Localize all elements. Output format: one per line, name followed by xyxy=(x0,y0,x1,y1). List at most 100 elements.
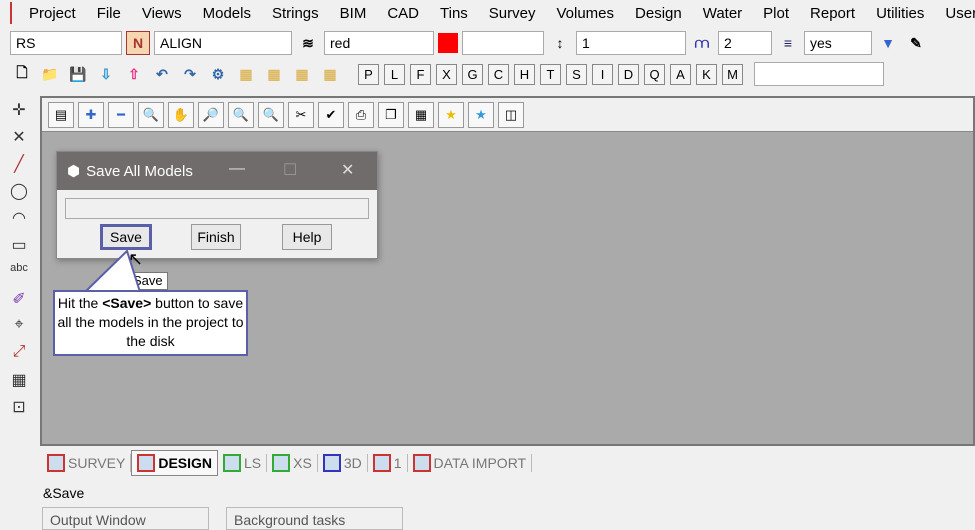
zoom-in-icon[interactable]: 🔍 xyxy=(138,102,164,128)
circle-icon[interactable]: ◯ xyxy=(0,181,38,208)
pan-icon[interactable]: ✋ xyxy=(168,102,194,128)
star-icon[interactable]: ★ xyxy=(438,102,464,128)
tab-design[interactable]: DESIGN xyxy=(131,450,219,476)
arc-icon[interactable]: ◠ xyxy=(0,208,38,235)
tab-data-import[interactable]: DATA IMPORT xyxy=(408,454,533,472)
folder-model-icon[interactable]: ▦ xyxy=(234,62,258,86)
save-button[interactable]: Save xyxy=(100,224,152,250)
print-icon[interactable]: ⎙ xyxy=(348,102,374,128)
background-tasks-tab[interactable]: Background tasks xyxy=(226,507,403,530)
remove-icon[interactable]: ━ xyxy=(108,102,134,128)
output-window-tab[interactable]: Output Window xyxy=(42,507,209,530)
layers-icon[interactable]: ≋ xyxy=(296,31,320,55)
grid-icon[interactable]: ▦ xyxy=(408,102,434,128)
letter-button-h[interactable]: H xyxy=(514,63,535,85)
tab-3d[interactable]: 3D xyxy=(318,454,368,472)
name-icon[interactable]: N xyxy=(126,31,150,55)
pick-tool-icon[interactable]: ✔ xyxy=(318,102,344,128)
edit-box-icon[interactable]: ⊡ xyxy=(0,397,38,424)
letter-button-t[interactable]: T xyxy=(540,63,561,85)
letter-button-c[interactable]: C xyxy=(488,63,509,85)
menu-cad[interactable]: CAD xyxy=(376,5,429,22)
menu-project[interactable]: Project xyxy=(18,5,86,22)
dropdown-arrow-icon[interactable]: ▼ xyxy=(876,31,900,55)
line-weight-icon[interactable]: ≡ xyxy=(776,31,800,55)
tab-ls[interactable]: LS xyxy=(218,454,268,472)
point-box-icon[interactable]: ⌖ xyxy=(0,316,38,343)
tools-icon[interactable]: ✂ xyxy=(288,102,314,128)
window-icon[interactable]: ❐ xyxy=(378,102,404,128)
letter-button-d[interactable]: D xyxy=(618,63,639,85)
add-icon[interactable]: ✚ xyxy=(78,102,104,128)
folder-run-1-icon[interactable]: ▦ xyxy=(262,62,286,86)
letter-button-i[interactable]: I xyxy=(592,63,613,85)
rectangle-icon[interactable]: ▭ xyxy=(0,235,38,262)
tab-xs[interactable]: XS xyxy=(267,454,318,472)
letter-button-a[interactable]: A xyxy=(670,63,691,85)
chainage-field[interactable] xyxy=(462,31,544,55)
export-icon[interactable]: ⇧ xyxy=(122,62,146,86)
line-icon[interactable]: ╱ xyxy=(0,154,38,181)
tab-1[interactable]: 1 xyxy=(368,454,408,472)
menu-file[interactable]: File xyxy=(86,5,131,22)
new-file-icon[interactable]: 🗋 xyxy=(10,62,34,86)
letter-button-k[interactable]: K xyxy=(696,63,717,85)
command-input[interactable] xyxy=(754,62,884,86)
letter-button-f[interactable]: F xyxy=(410,63,431,85)
save-view-icon[interactable]: ▤ xyxy=(48,102,74,128)
finish-button[interactable]: Finish xyxy=(191,224,241,250)
letter-button-m[interactable]: M xyxy=(722,63,743,85)
menu-views[interactable]: Views xyxy=(131,5,192,22)
visible-field[interactable]: yes xyxy=(804,31,872,55)
text-icon[interactable]: abc xyxy=(0,262,38,289)
point-icon[interactable]: ✛ xyxy=(0,100,38,127)
colour-field[interactable]: red xyxy=(324,31,434,55)
menu-strings[interactable]: Strings xyxy=(261,5,329,22)
folder-run-2-icon[interactable]: ▦ xyxy=(290,62,314,86)
folder-run-3-icon[interactable]: ▦ xyxy=(318,62,342,86)
layout-icon[interactable]: ◫ xyxy=(498,102,524,128)
help-button[interactable]: Help xyxy=(282,224,332,250)
view-window[interactable]: ▤ ✚ ━ 🔍 ✋ 🔎 🔍 🔍 ✂ ✔ ⎙ ❐ ▦ ★ ★ ◫ xyxy=(40,96,975,446)
menu-bim[interactable]: BIM xyxy=(329,5,377,22)
zoom-plus-icon[interactable]: 🔎 xyxy=(198,102,224,128)
menu-models[interactable]: Models xyxy=(192,5,261,22)
dialog-titlebar[interactable]: ⬢ Save All Models — ☐ ✕ xyxy=(57,152,377,190)
dimension-icon[interactable]: ⤢ xyxy=(0,343,38,370)
minimize-icon[interactable]: — xyxy=(229,160,245,178)
menu-design[interactable]: Design xyxy=(624,5,692,22)
letter-button-x[interactable]: X xyxy=(436,63,457,85)
model-field[interactable]: RS xyxy=(10,31,122,55)
close-icon[interactable]: ✕ xyxy=(341,160,354,180)
letter-button-s[interactable]: S xyxy=(566,63,587,85)
menu-volumes[interactable]: Volumes xyxy=(545,5,624,22)
z-icon[interactable]: ↕ xyxy=(548,31,572,55)
menu-survey[interactable]: Survey xyxy=(478,5,546,22)
undo-icon[interactable]: ↶ xyxy=(150,62,174,86)
table-icon[interactable]: ▦ xyxy=(0,370,38,397)
open-folder-icon[interactable]: 📁 xyxy=(38,62,62,86)
linestyle-field[interactable]: 2 xyxy=(718,31,772,55)
menu-user[interactable]: User xyxy=(934,5,975,22)
redo-icon[interactable]: ↷ xyxy=(178,62,202,86)
weight-field[interactable]: 1 xyxy=(576,31,686,55)
menu-plot[interactable]: Plot xyxy=(752,5,799,22)
brush-icon[interactable]: ✐ xyxy=(0,289,38,316)
zoom-out-icon[interactable]: 🔍 xyxy=(258,102,284,128)
letter-button-g[interactable]: G xyxy=(462,63,483,85)
import-icon[interactable]: ⇩ xyxy=(94,62,118,86)
letter-button-p[interactable]: P xyxy=(358,63,379,85)
letter-button-l[interactable]: L xyxy=(384,63,405,85)
star-blue-icon[interactable]: ★ xyxy=(468,102,494,128)
zoom-extents-icon[interactable]: 🔍 xyxy=(228,102,254,128)
letter-button-q[interactable]: Q xyxy=(644,63,665,85)
menu-report[interactable]: Report xyxy=(799,5,865,22)
linestyle-icon[interactable]: ⩋ xyxy=(690,31,714,55)
tab-survey[interactable]: SURVEY xyxy=(42,454,132,472)
save-icon[interactable]: 💾 xyxy=(66,62,90,86)
name-field[interactable]: ALIGN xyxy=(154,31,292,55)
menu-utilities[interactable]: Utilities xyxy=(865,5,934,22)
menu-tins[interactable]: Tins xyxy=(429,5,478,22)
colour-swatch[interactable] xyxy=(438,33,458,53)
settings-gear-icon[interactable]: ⚙ xyxy=(206,62,230,86)
